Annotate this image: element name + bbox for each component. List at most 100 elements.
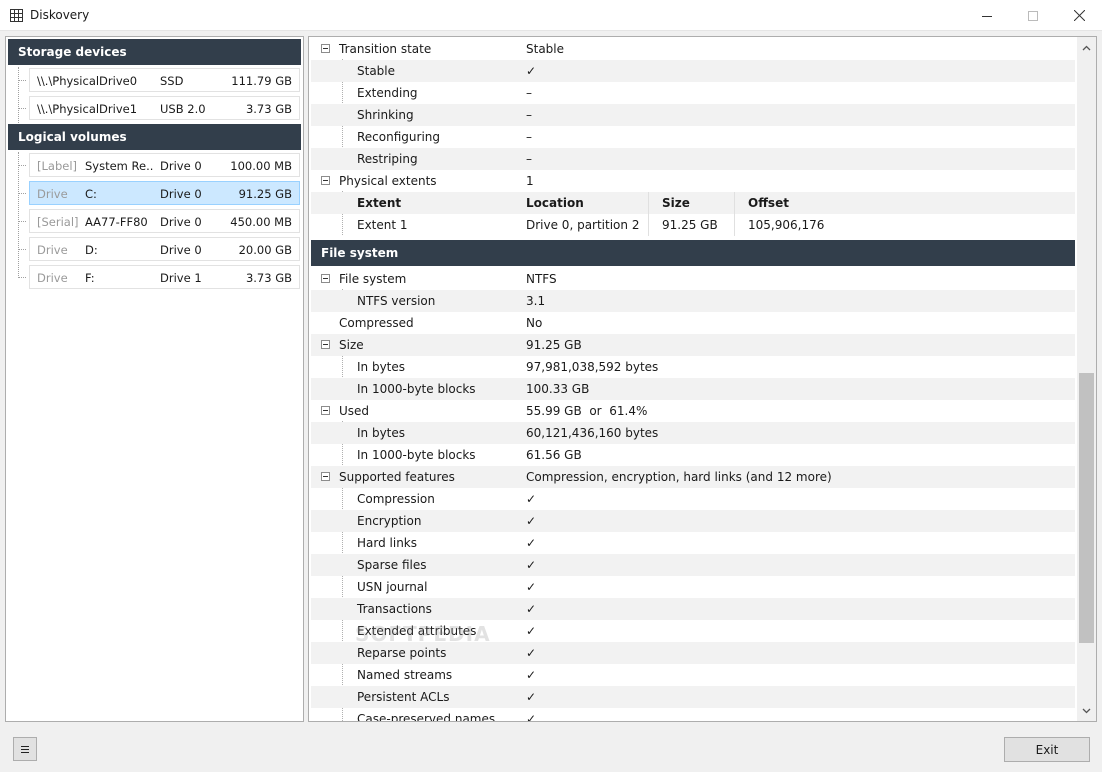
check-icon: ✓	[526, 690, 537, 704]
property-label: Case-preserved names	[357, 712, 496, 722]
volume-drive: Drive 0	[160, 215, 202, 229]
volume-size: 450.00 MB	[230, 215, 292, 229]
property-row[interactable]: USN journal ✓	[311, 576, 1075, 598]
check-icon: ✓	[526, 602, 537, 616]
volume-row[interactable]: [Label] System Re... Drive 0 100.00 MB	[29, 153, 300, 177]
property-value: 91.25 GB	[526, 338, 582, 352]
used-row[interactable]: Used 55.99 GB or 61.4%	[311, 400, 1075, 422]
volume-size: 100.00 MB	[230, 159, 292, 173]
property-row[interactable]: Shrinking –	[311, 104, 1075, 126]
property-label: Persistent ACLs	[357, 690, 450, 704]
property-row[interactable]: Compressed No	[311, 312, 1075, 334]
supported-features-row[interactable]: Supported features Compression, encrypti…	[311, 466, 1075, 488]
file-system-row[interactable]: File system NTFS	[311, 268, 1075, 290]
property-row[interactable]: In 1000-byte blocks 100.33 GB	[311, 378, 1075, 400]
property-row[interactable]: Persistent ACLs ✓	[311, 686, 1075, 708]
exit-button[interactable]: Exit	[1004, 737, 1090, 762]
device-size: 3.73 GB	[245, 102, 292, 116]
menu-button[interactable]	[13, 737, 37, 761]
property-label: Restriping	[357, 152, 418, 166]
check-icon: ✓	[526, 580, 537, 594]
column-divider	[734, 192, 735, 214]
property-label: Reparse points	[357, 646, 447, 660]
app-icon	[10, 9, 23, 22]
scroll-up-button[interactable]	[1077, 39, 1096, 56]
volume-size: 3.73 GB	[245, 271, 292, 285]
property-label: Reconfiguring	[357, 130, 440, 144]
scroll-down-button[interactable]	[1077, 702, 1096, 719]
close-button[interactable]	[1056, 0, 1102, 31]
property-row[interactable]: In bytes 60,121,436,160 bytes	[311, 422, 1075, 444]
storage-device-row[interactable]: \\.\PhysicalDrive1 USB 2.0 3.73 GB	[29, 96, 300, 120]
property-value: 3.1	[526, 294, 546, 308]
volume-row-selected[interactable]: Drive C: Drive 0 91.25 GB	[29, 181, 300, 205]
property-label: Supported features	[339, 470, 455, 484]
property-row[interactable]: Extending –	[311, 82, 1075, 104]
property-row[interactable]: NTFS version 3.1	[311, 290, 1075, 312]
collapse-icon[interactable]	[321, 274, 330, 283]
volume-drive: Drive 0	[160, 187, 202, 201]
storage-devices-header[interactable]: Storage devices	[8, 39, 301, 65]
property-value: –	[526, 86, 532, 100]
table-cell: 105,906,176	[748, 218, 825, 232]
property-row[interactable]: Case-preserved names ✓	[311, 708, 1075, 722]
property-row[interactable]: Transactions ✓	[311, 598, 1075, 620]
minimize-button[interactable]	[964, 0, 1010, 31]
volume-kind: Drive	[37, 187, 68, 201]
volume-kind: Drive	[37, 271, 68, 285]
vertical-scrollbar[interactable]	[1077, 37, 1096, 721]
volume-kind: [Serial]	[37, 215, 79, 229]
column-divider	[648, 214, 649, 236]
physical-extents-row[interactable]: Physical extents 1	[311, 170, 1075, 192]
property-row[interactable]: Encryption ✓	[311, 510, 1075, 532]
property-row[interactable]: Hard links ✓	[311, 532, 1075, 554]
property-row[interactable]: Named streams ✓	[311, 664, 1075, 686]
property-label: Compression	[357, 492, 435, 506]
device-type: SSD	[160, 74, 184, 88]
property-row[interactable]: Reconfiguring –	[311, 126, 1075, 148]
property-label: Compressed	[339, 316, 414, 330]
details-pane[interactable]: Transition state Stable Stable ✓ Extendi…	[308, 36, 1097, 722]
collapse-icon[interactable]	[321, 472, 330, 481]
check-icon: ✓	[526, 536, 537, 550]
transition-state-row[interactable]: Transition state Stable	[311, 38, 1075, 60]
check-icon: ✓	[526, 64, 537, 78]
column-header: Offset	[748, 196, 789, 210]
collapse-icon[interactable]	[321, 406, 330, 415]
scrollbar-thumb[interactable]	[1079, 373, 1094, 643]
property-row[interactable]: In bytes 97,981,038,592 bytes	[311, 356, 1075, 378]
extents-table-row[interactable]: Extent 1 Drive 0, partition 2 91.25 GB 1…	[311, 214, 1075, 236]
property-label: In bytes	[357, 360, 406, 374]
check-icon: ✓	[526, 514, 537, 528]
collapse-icon[interactable]	[321, 176, 330, 185]
size-row[interactable]: Size 91.25 GB	[311, 334, 1075, 356]
property-row[interactable]: Restriping –	[311, 148, 1075, 170]
property-value: –	[526, 152, 532, 166]
property-label: Sparse files	[357, 558, 427, 572]
hamburger-icon	[21, 745, 29, 753]
volume-kind: [Label]	[37, 159, 77, 173]
file-system-section-header[interactable]: File system	[311, 240, 1075, 266]
logical-volumes-header[interactable]: Logical volumes	[8, 124, 301, 150]
volume-name: AA77-FF80	[85, 215, 148, 229]
property-label: File system	[339, 272, 407, 286]
volume-row[interactable]: Drive D: Drive 0 20.00 GB	[29, 237, 300, 261]
tree-connector	[18, 277, 26, 278]
volume-row[interactable]: [Serial] AA77-FF80 Drive 0 450.00 MB	[29, 209, 300, 233]
minimize-icon	[982, 15, 992, 17]
property-value: NTFS	[526, 272, 557, 286]
window-title: Diskovery	[30, 8, 90, 22]
property-value: –	[526, 130, 532, 144]
storage-device-row[interactable]: \\.\PhysicalDrive0 SSD 111.79 GB	[29, 68, 300, 92]
property-row[interactable]: In 1000-byte blocks 61.56 GB	[311, 444, 1075, 466]
property-row[interactable]: Stable ✓	[311, 60, 1075, 82]
collapse-icon[interactable]	[321, 44, 330, 53]
device-type: USB 2.0	[160, 102, 206, 116]
collapse-icon[interactable]	[321, 340, 330, 349]
property-row[interactable]: Compression ✓	[311, 488, 1075, 510]
device-tree-pane[interactable]: Storage devices \\.\PhysicalDrive0 SSD 1…	[5, 36, 304, 722]
property-row[interactable]: Sparse files ✓	[311, 554, 1075, 576]
maximize-button[interactable]	[1010, 0, 1056, 31]
column-header: Location	[526, 196, 584, 210]
volume-row[interactable]: Drive F: Drive 1 3.73 GB	[29, 265, 300, 289]
